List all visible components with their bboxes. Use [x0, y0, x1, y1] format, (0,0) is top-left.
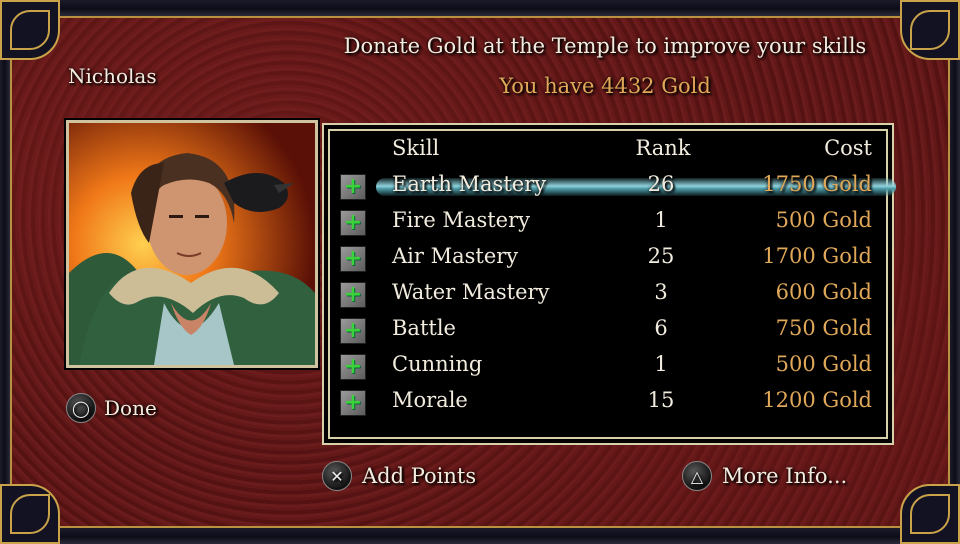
skill-rank: 15: [647, 388, 675, 412]
ornament-corner: [900, 484, 960, 544]
skill-row-air-mastery[interactable]: + Air Mastery 25 1700 Gold: [336, 242, 884, 276]
skill-rank: 3: [654, 280, 668, 304]
skill-rank: 25: [647, 244, 675, 268]
skill-rank: 26: [647, 172, 675, 196]
skill-row-fire-mastery[interactable]: + Fire Mastery 1 500 Gold: [336, 206, 884, 240]
skill-cost: 500 Gold: [775, 352, 872, 376]
skill-name: Water Mastery: [392, 280, 550, 304]
hero-portrait: [66, 120, 318, 368]
skill-name: Cunning: [392, 352, 483, 376]
ornament-corner: [0, 484, 60, 544]
skill-row-cunning[interactable]: + Cunning 1 500 Gold: [336, 350, 884, 384]
column-header-skill: Skill: [392, 136, 440, 160]
skill-name: Earth Mastery: [392, 172, 547, 196]
plus-icon: +: [343, 318, 363, 343]
add-skill-button[interactable]: +: [340, 354, 366, 380]
skill-name: Fire Mastery: [392, 208, 530, 232]
instruction-text: Donate Gold at the Temple to improve you…: [343, 34, 867, 58]
frame-top: [0, 0, 960, 18]
column-header-cost: Cost: [824, 136, 872, 160]
plus-icon: +: [343, 390, 363, 415]
ornament-corner: [0, 0, 60, 60]
skill-name: Battle: [392, 316, 456, 340]
portrait-illustration: [69, 123, 315, 365]
skill-cost: 750 Gold: [775, 316, 872, 340]
plus-icon: +: [343, 354, 363, 379]
more-info-label: More Info...: [722, 464, 848, 488]
add-skill-button[interactable]: +: [340, 174, 366, 200]
skill-rank: 1: [654, 352, 668, 376]
add-skill-button[interactable]: +: [340, 282, 366, 308]
skill-row-morale[interactable]: + Morale 15 1200 Gold: [336, 386, 884, 420]
skill-cost: 600 Gold: [775, 280, 872, 304]
add-skill-button[interactable]: +: [340, 390, 366, 416]
done-label: Done: [104, 396, 157, 420]
cross-button-icon: ✕: [322, 461, 352, 491]
add-points-label: Add Points: [362, 464, 477, 488]
skill-cost: 1200 Gold: [762, 388, 872, 412]
column-header-rank: Rank: [635, 136, 691, 160]
skill-row-earth-mastery[interactable]: + Earth Mastery 26 1750 Gold: [336, 170, 896, 204]
skill-row-battle[interactable]: + Battle 6 750 Gold: [336, 314, 884, 348]
add-points-button[interactable]: ✕ Add Points: [322, 461, 476, 491]
skill-row-water-mastery[interactable]: + Water Mastery 3 600 Gold: [336, 278, 884, 312]
skill-cost: 1700 Gold: [762, 244, 872, 268]
add-skill-button[interactable]: +: [340, 210, 366, 236]
gold-amount: You have 4432 Gold: [499, 74, 711, 98]
plus-icon: +: [343, 210, 363, 235]
add-skill-button[interactable]: +: [340, 246, 366, 272]
plus-icon: +: [343, 246, 363, 271]
ornament-corner: [900, 0, 960, 60]
frame-bottom: [0, 526, 960, 544]
hero-name: Nicholas: [68, 64, 157, 88]
skill-cost: 1750 Gold: [762, 172, 872, 196]
skill-name: Morale: [392, 388, 468, 412]
circle-button-icon: ◯: [66, 393, 96, 423]
skill-rank: 1: [654, 208, 668, 232]
plus-icon: +: [343, 282, 363, 307]
frame-left: [0, 0, 12, 544]
skill-name: Air Mastery: [392, 244, 519, 268]
more-info-button[interactable]: △ More Info...: [682, 461, 847, 491]
frame-right: [948, 0, 960, 544]
skill-cost: 500 Gold: [775, 208, 872, 232]
triangle-button-icon: △: [682, 461, 712, 491]
plus-icon: +: [343, 174, 363, 199]
add-skill-button[interactable]: +: [340, 318, 366, 344]
done-button[interactable]: ◯ Done: [66, 393, 157, 423]
skill-rank: 6: [654, 316, 668, 340]
